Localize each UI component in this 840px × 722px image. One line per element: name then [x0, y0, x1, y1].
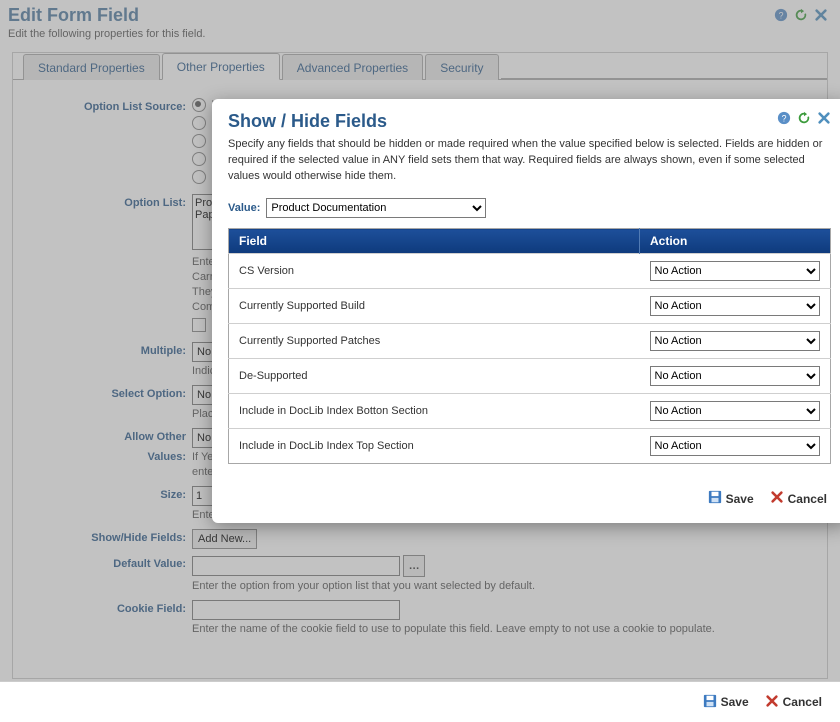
action-select[interactable]: No Action: [650, 261, 821, 281]
action-select[interactable]: No Action: [650, 331, 821, 351]
dialog-cancel-label: Cancel: [788, 492, 827, 506]
table-row: Include in DocLib Index Top Section No Ac…: [229, 429, 831, 464]
field-name-cell: Currently Supported Patches: [229, 324, 640, 359]
save-icon: [708, 490, 722, 507]
table-row: Currently Supported Patches No Action: [229, 324, 831, 359]
value-select[interactable]: Product Documentation: [266, 198, 486, 218]
field-name-cell: De-Supported: [229, 359, 640, 394]
value-label: Value:: [228, 202, 260, 214]
action-select[interactable]: No Action: [650, 296, 821, 316]
save-icon: [703, 694, 717, 711]
table-row: Include in DocLib Index Botton Section No…: [229, 394, 831, 429]
table-row: CS Version No Action: [229, 254, 831, 289]
show-hide-fields-dialog: Show / Hide Fields ? Specify any fields …: [212, 99, 840, 523]
page-cancel-button[interactable]: Cancel: [765, 694, 822, 711]
dialog-close-icon[interactable]: [817, 111, 831, 128]
field-name-cell: Include in DocLib Index Top Section: [229, 429, 640, 464]
action-select[interactable]: No Action: [650, 436, 821, 456]
table-row: De-Supported No Action: [229, 359, 831, 394]
dialog-title: Show / Hide Fields: [228, 111, 777, 132]
field-name-cell: Include in DocLib Index Botton Section: [229, 394, 640, 429]
cancel-icon: [770, 490, 784, 507]
field-name-cell: CS Version: [229, 254, 640, 289]
field-name-cell: Currently Supported Build: [229, 289, 640, 324]
dialog-refresh-icon[interactable]: [797, 111, 811, 128]
page-save-button[interactable]: Save: [703, 694, 749, 711]
col-action: Action: [640, 229, 831, 254]
table-row: Currently Supported Build No Action: [229, 289, 831, 324]
page-save-label: Save: [721, 695, 749, 709]
action-select[interactable]: No Action: [650, 401, 821, 421]
dialog-help-icon[interactable]: ?: [777, 111, 791, 128]
page-footer: Save Cancel: [0, 681, 840, 722]
dialog-description: Specify any fields that should be hidden…: [228, 136, 831, 184]
dialog-save-button[interactable]: Save: [708, 490, 754, 507]
cancel-icon: [765, 694, 779, 711]
page-cancel-label: Cancel: [783, 695, 822, 709]
action-select[interactable]: No Action: [650, 366, 821, 386]
svg-text:?: ?: [782, 114, 787, 124]
col-field: Field: [229, 229, 640, 254]
dialog-save-label: Save: [726, 492, 754, 506]
fields-table: Field Action CS VersionNo ActionCurrentl…: [228, 228, 831, 464]
dialog-cancel-button[interactable]: Cancel: [770, 490, 827, 507]
